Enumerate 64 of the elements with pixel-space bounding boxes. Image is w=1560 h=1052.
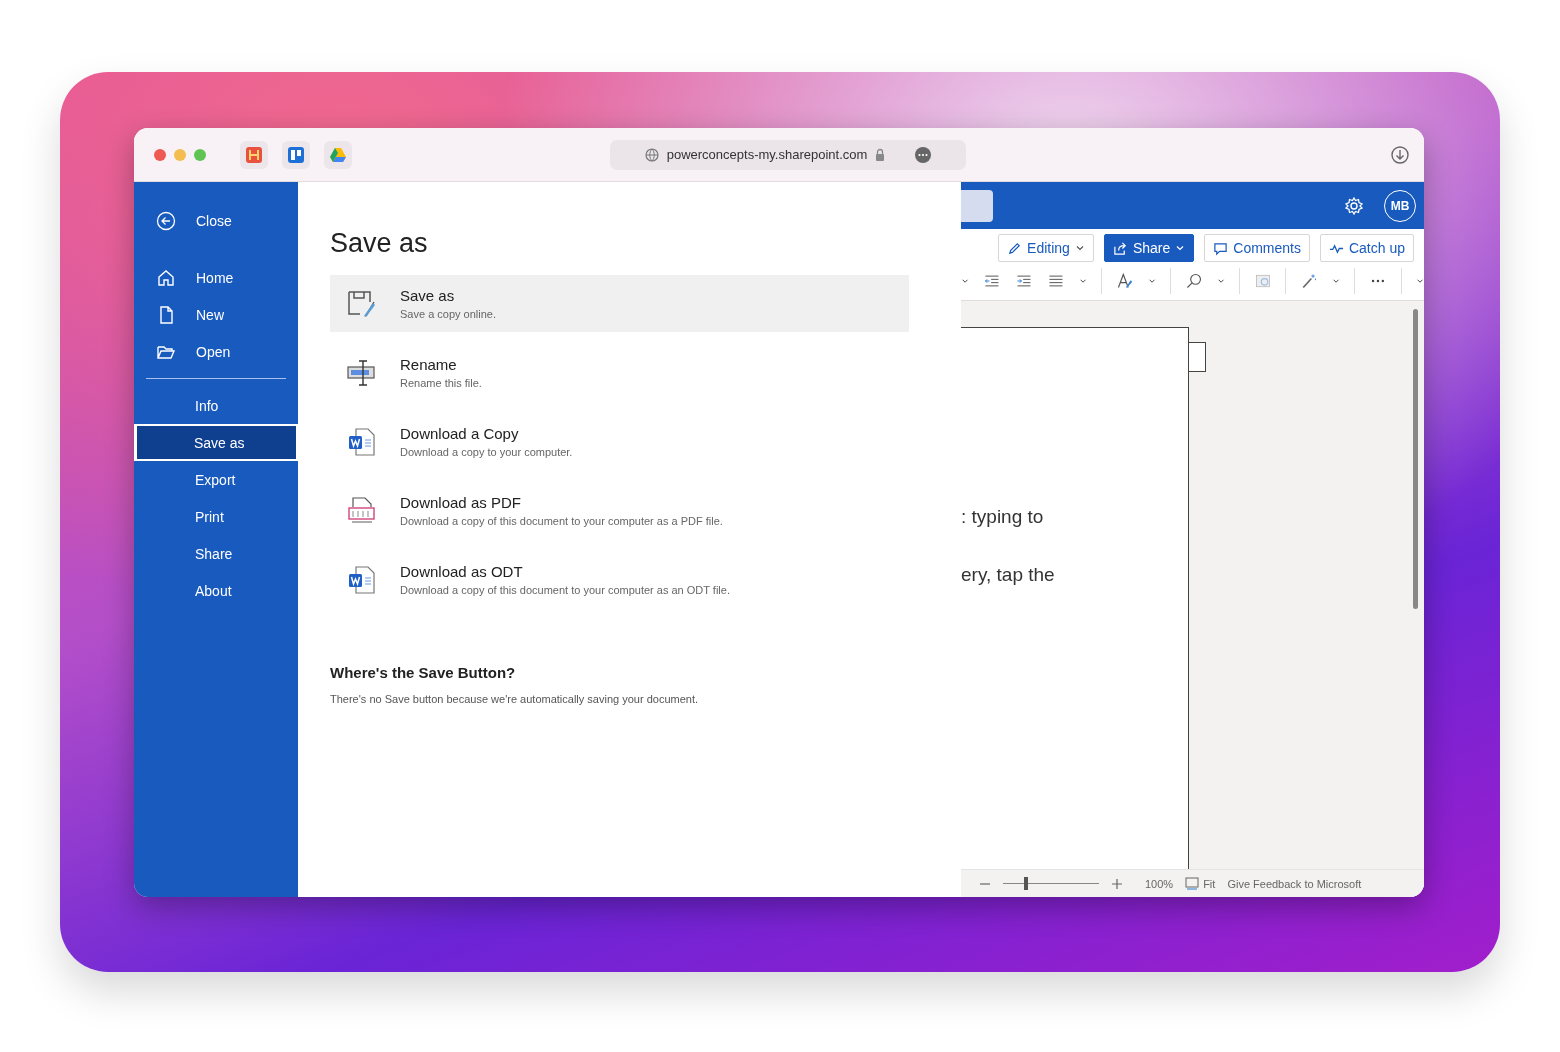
option-description: Download a copy to your computer. [400,446,573,458]
sidebar-item[interactable]: Print [134,498,298,535]
save-option[interactable]: Save as Save a copy online. [330,275,909,332]
fit-button[interactable]: Fit [1203,877,1216,890]
globe-icon [644,147,659,162]
sidebar-item[interactable]: Info [134,387,298,424]
ribbon-button[interactable]: Comments [1204,234,1310,262]
ribbon-button[interactable]: Share [1103,234,1195,262]
note-heading: Where's the Save Button? [330,664,517,681]
save-option[interactable]: Download a Copy Download a copy to your computer. [330,413,909,470]
option-title: Rename [400,356,458,373]
option-title: Save as [400,287,456,304]
plus-icon[interactable] [1111,877,1123,890]
chevron-down-icon [1074,243,1085,253]
ribbon-button[interactable]: Editing [998,234,1094,262]
option-description: Rename this file. [400,377,482,389]
search-field[interactable] [961,189,993,222]
tab-button[interactable] [324,140,352,169]
close-window-button[interactable] [154,148,166,161]
fit-icon [1185,877,1200,890]
sidebar-item[interactable]: Home [134,259,298,296]
home-icon [156,267,176,288]
save-option[interactable]: Rename Rename this file. [330,344,909,401]
option-title: Download as ODT [400,563,524,580]
close-button[interactable]: Close [134,202,298,239]
sidebar-item[interactable]: Open [134,333,298,370]
option-description: Save a copy online. [400,308,496,320]
word-document-icon [346,425,378,458]
panel-title: Save as [330,228,429,259]
board-logo [287,145,305,164]
zoom-slider-thumb[interactable] [1024,877,1029,890]
save-option[interactable]: Download as ODT Download a copy of this document to your computer as an ODT file. [330,551,909,608]
document-text: ery, tap the [961,564,1055,585]
chevron-down-icon [1175,243,1186,253]
sidebar-item[interactable]: Export [134,461,298,498]
sidebar-item[interactable]: About [134,572,298,609]
word-document-icon [346,563,378,596]
url-text: powerconcepts-my.sharepoint.com [666,147,868,162]
app-logo [245,145,263,164]
feedback-link[interactable]: Give Feedback to Microsoft [1227,877,1362,890]
address-bar[interactable]: powerconcepts-my.sharepoint.com [610,139,966,170]
tab-button[interactable] [282,140,310,169]
share-icon [1112,240,1128,256]
triangle-logo [329,145,347,164]
download-icon[interactable] [1390,144,1410,165]
save-option[interactable]: Download as PDF Download a copy of this document to your computer as a PDF file. [330,482,909,539]
option-title: Download as PDF [400,494,522,511]
ribbon-button[interactable]: Catch up [1319,234,1414,262]
settings-icon[interactable] [1344,195,1364,216]
document-text: : typing to [961,506,1044,527]
sidebar-item[interactable]: New [134,296,298,333]
zoom-percentage: 100% [1145,877,1174,890]
more-icon[interactable] [915,146,932,163]
sidebar-item[interactable]: Share [134,535,298,572]
option-description: Download a copy of this document to your computer as an ODT file. [400,584,730,596]
sidebar-item[interactable]: Save as [134,424,298,461]
note-text: There's no Save button because we're automatically saving your document. [330,693,700,705]
lock-icon [875,148,886,161]
tab-button[interactable] [240,140,268,169]
option-title: Download a Copy [400,425,520,442]
pencil-icon [1007,240,1023,256]
option-description: Download a copy of this document to your computer as a PDF file. [400,515,723,527]
scrollbar[interactable] [1413,309,1418,609]
comment-icon [1213,240,1229,256]
